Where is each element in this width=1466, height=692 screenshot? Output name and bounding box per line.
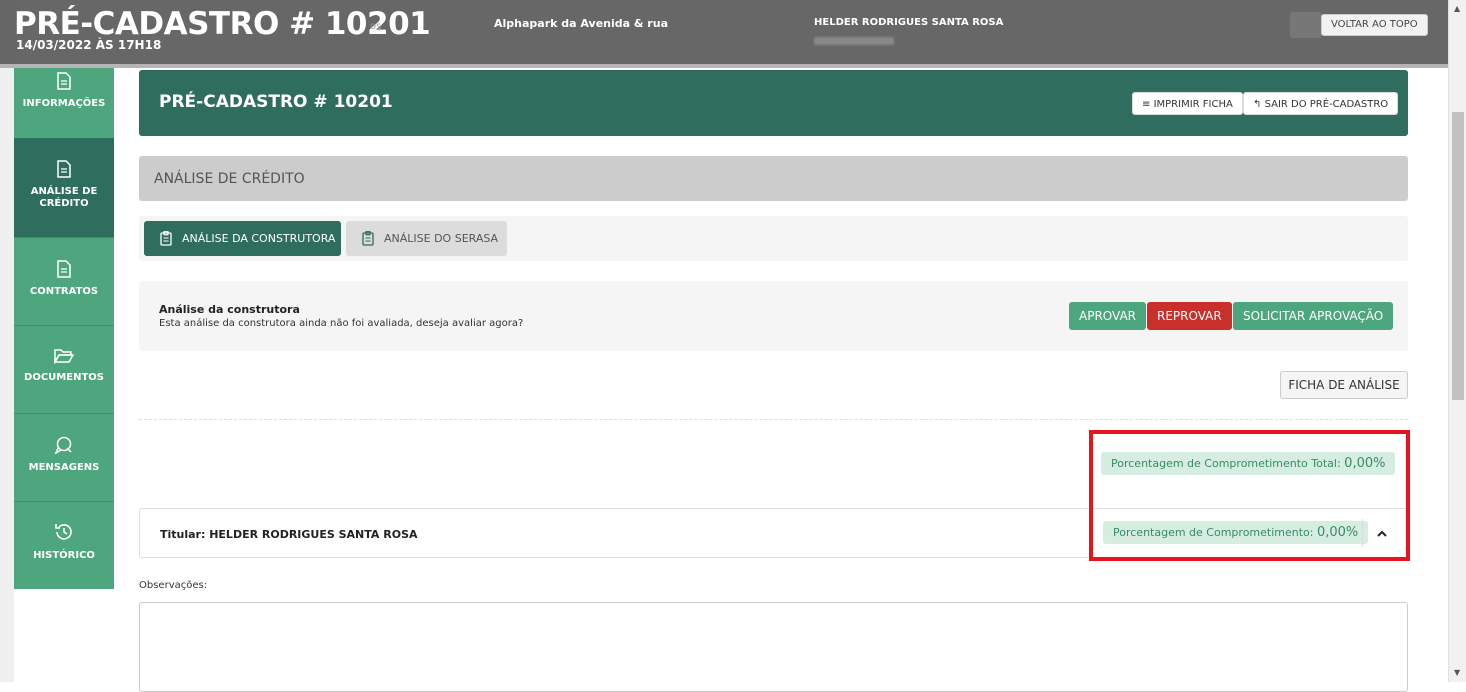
sticky-date: 14/03/2022 ÀS 17H18	[16, 38, 162, 52]
project-name: Alphapark da Avenida & rua	[494, 17, 668, 30]
titular-name: Titular: HELDER RODRIGUES SANTA ROSA	[160, 528, 418, 541]
tab-label: ANÁLISE DO SERASA	[384, 232, 499, 245]
print-form-button[interactable]: ≡ IMPRIMIR FICHA	[1132, 92, 1243, 115]
faded-text: os	[370, 21, 382, 32]
chevron-up-icon[interactable]	[1376, 523, 1388, 543]
list-icon: ≡	[1142, 99, 1151, 110]
approve-button[interactable]: APROVAR	[1069, 302, 1147, 330]
request-approval-button[interactable]: SOLICITAR APROVAÇÃO	[1233, 302, 1394, 330]
scroll-down-arrow-icon[interactable]: ▼	[1454, 668, 1460, 677]
sticky-header: PRÉ-CADASTRO # 10201 14/03/2022 ÀS 17H18…	[0, 0, 1448, 68]
document-icon	[57, 260, 71, 278]
sidebar-item-label: CONTRATOS	[29, 286, 99, 297]
observations-label: Observações:	[139, 580, 208, 591]
commitment-badge: Porcentagem de Comprometimento: 0,00%	[1103, 521, 1369, 544]
window-left-border	[0, 0, 14, 682]
blurred-client-info	[814, 37, 894, 45]
tab-analise-construtora[interactable]: ANÁLISE DA CONSTRUTORA	[144, 221, 341, 256]
sidebar-item-analise-de-credito[interactable]: ANÁLISE DE CRÉDITO	[14, 138, 114, 238]
exit-label: SAIR DO PRÉ-CADASTRO	[1264, 99, 1389, 110]
exit-pre-registration-button[interactable]: ↰ SAIR DO PRÉ-CADASTRO	[1243, 92, 1399, 115]
commitment-label: Porcentagem de Comprometimento:	[1113, 526, 1314, 539]
section-title: ANÁLISE DE CRÉDITO	[154, 171, 305, 187]
titular-accordion[interactable]: Titular: HELDER RODRIGUES SANTA ROSA Por…	[139, 508, 1408, 558]
client-name: HELDER RODRIGUES SANTA ROSA	[814, 17, 1004, 28]
sidebar-item-historico[interactable]: HISTÓRICO	[14, 502, 114, 590]
sidebar-item-mensagens[interactable]: MENSAGENS	[14, 414, 114, 502]
total-commitment-label: Porcentagem de Comprometimento Total:	[1111, 457, 1341, 470]
tab-label: ANÁLISE DA CONSTRUTORA	[182, 232, 336, 245]
page-header-card: PRÉ-CADASTRO # 10201 ≡ IMPRIMIR FICHA ↰ …	[139, 70, 1408, 136]
print-form-label: IMPRIMIR FICHA	[1153, 99, 1233, 110]
document-icon	[57, 160, 71, 178]
sidebar-nav: INFORMAÇÕES ANÁLISE DE CRÉDITO CONTRATOS…	[14, 68, 114, 589]
divider	[139, 419, 1408, 420]
commitment-value: 0,00%	[1316, 525, 1359, 540]
sidebar-item-documentos[interactable]: DOCUMENTOS	[14, 326, 114, 414]
scrollbar-thumb[interactable]	[1452, 112, 1464, 400]
divider	[1362, 519, 1363, 547]
sticky-title: PRÉ-CADASTRO # 10201	[14, 6, 431, 42]
sidebar-item-label: ANÁLISE DE CRÉDITO	[30, 186, 98, 209]
scroll-up-arrow-icon[interactable]: ▲	[1454, 4, 1460, 13]
document-icon	[57, 72, 71, 90]
clipboard-icon	[160, 231, 172, 246]
history-icon	[55, 524, 72, 540]
back-to-top-button[interactable]: VOLTAR AO TOPO	[1321, 14, 1428, 36]
clipboard-icon	[362, 231, 374, 246]
sidebar-item-label: HISTÓRICO	[33, 550, 95, 561]
sidebar-item-label: INFORMAÇÕES	[22, 98, 106, 109]
sidebar-item-label: DOCUMENTOS	[24, 372, 104, 383]
faded-button	[1290, 12, 1322, 38]
analysis-tabs: ANÁLISE DA CONSTRUTORA ANÁLISE DO SERASA	[139, 216, 1408, 261]
folder-open-icon	[54, 349, 74, 364]
reject-button[interactable]: REPROVAR	[1147, 302, 1232, 330]
chat-icon	[54, 436, 72, 454]
analysis-title: Análise da construtora	[159, 303, 300, 316]
total-commitment-value: 0,00%	[1344, 456, 1386, 471]
reply-arrow-icon: ↰	[1253, 99, 1262, 110]
section-header: ANÁLISE DE CRÉDITO	[139, 156, 1408, 201]
construtora-analysis-panel: Análise da construtora Esta análise da c…	[139, 281, 1408, 351]
page-title: PRÉ-CADASTRO # 10201	[159, 92, 393, 112]
analysis-description: Esta análise da construtora ainda não fo…	[159, 318, 524, 329]
scrollbar[interactable]: ▲ ▼	[1448, 0, 1466, 682]
tab-analise-serasa[interactable]: ANÁLISE DO SERASA	[346, 221, 507, 256]
total-commitment-badge: Porcentagem de Comprometimento Total: 0,…	[1101, 452, 1396, 475]
sidebar-item-label: MENSAGENS	[28, 462, 100, 473]
observations-textarea[interactable]	[139, 602, 1408, 692]
sidebar-item-contratos[interactable]: CONTRATOS	[14, 238, 114, 326]
analysis-form-button[interactable]: FICHA DE ANÁLISE	[1280, 371, 1408, 399]
